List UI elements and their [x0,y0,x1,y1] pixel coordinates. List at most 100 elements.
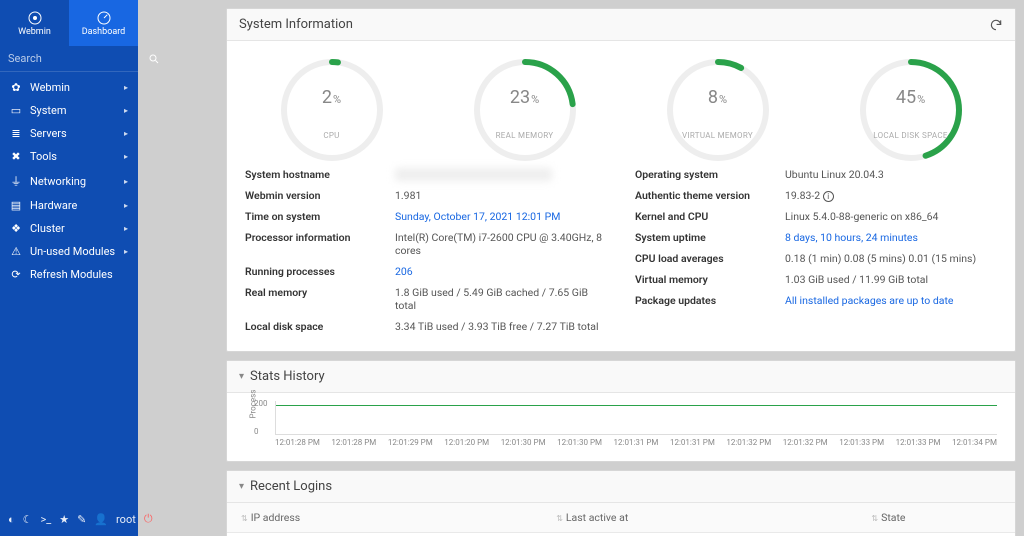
gauge-local-disk-space: 45%LOCAL DISK SPACE [846,55,976,140]
xtick: 12:01:28 PM [275,438,320,447]
sidebar-item-hardware[interactable]: ▤Hardware▸ [0,194,138,217]
info-value: Sunday, October 17, 2021 12:01 PM [395,210,607,223]
edit-icon[interactable]: ✎ [77,513,86,526]
menu-icon: ≣ [10,127,22,140]
sort-icon[interactable]: ⇅ [241,514,248,523]
sidebar-item-label: Refresh Modules [30,268,113,281]
sidebar-item-networking[interactable]: ⏚Networking▸ [0,168,138,194]
xtick: 12:01:31 PM [614,438,659,447]
info-value: Intel(R) Core(TM) i7-2600 CPU @ 3.40GHz,… [395,231,607,257]
ytick-bot: 0 [254,427,259,436]
info-row: Local disk space3.34 TiB used / 3.93 TiB… [245,316,607,337]
info-row: Running processes206 [245,261,607,282]
sort-icon[interactable]: ⇅ [871,514,878,523]
gauge-value: 45% [846,87,976,108]
info-row: System hostnameredacted-hostname.example… [245,164,607,185]
tab-dashboard-label: Dashboard [82,27,126,37]
main-content: System Information 2%CPU23%REAL MEMORY8%… [138,0,1024,536]
menu-icon: ⚠ [10,245,22,258]
chart-xticks: 12:01:28 PM12:01:28 PM12:01:29 PM12:01:2… [275,438,997,447]
star-icon[interactable]: ★ [59,513,69,526]
menu-icon: ✿ [10,81,22,94]
info-row: Real memory1.8 GiB used / 5.49 GiB cache… [245,282,607,316]
chevron-right-icon: ▸ [124,201,128,210]
menu-icon: ✖ [10,150,22,163]
chevron-right-icon: ▸ [124,224,128,233]
info-row: CPU load averages0.18 (1 min) 0.08 (5 mi… [635,248,997,269]
system-info-header: System Information [227,9,1015,41]
search-icon[interactable] [148,53,160,65]
user-label: root [116,513,136,526]
collapse-icon: ▾ [239,371,244,382]
tab-webmin-label: Webmin [18,27,51,37]
info-key: System hostname [245,168,395,181]
info-key: Real memory [245,286,395,312]
info-value: 206 [395,265,607,278]
sidebar-bottom-toolbar: ◐ ☾ >_ ★ ✎ 👤 root ⏻ [0,508,138,530]
sidebar-item-webmin[interactable]: ✿ Webmin ▸ [0,76,138,99]
chevron-right-icon: ▸ [124,177,128,186]
gauge-value: 2% [267,87,397,108]
info-row: Package updatesAll installed packages ar… [635,290,997,311]
sidebar-item-label: Networking [30,175,86,188]
info-row: Processor informationIntel(R) Core(TM) i… [245,227,607,261]
xtick: 12:01:33 PM [839,438,884,447]
gauge-value: 8% [653,87,783,108]
info-row: Authentic theme version19.83-2 i [635,185,997,206]
info-value: Ubuntu Linux 20.04.3 [785,168,997,181]
search-input[interactable] [8,52,148,65]
xtick: 12:01:28 PM [331,438,376,447]
logins-table: ⇅IP address ⇅Last active at ⇅State 10.21… [227,503,1015,536]
table-row: 10.218.1.145 10/17/2021 12:01:33 PM This… [227,533,1015,536]
sidebar-item-un-used-modules[interactable]: ⚠Un-used Modules▸ [0,240,138,263]
info-key: System uptime [635,231,785,244]
menu-icon: ⟳ [10,268,22,281]
sidebar-item-label: Tools [30,150,57,163]
system-info-panel: System Information 2%CPU23%REAL MEMORY8%… [226,8,1016,352]
col-state: ⇅State [857,503,1015,533]
chevron-right-icon: ▸ [124,83,128,92]
webmin-icon [27,10,43,26]
panel-title: Stats History [250,369,325,384]
sidebar-item-system[interactable]: ▭ System ▸ [0,99,138,122]
info-key: Authentic theme version [635,189,785,202]
chevron-right-icon: ▸ [124,106,128,115]
refresh-button[interactable] [989,18,1003,32]
menu-icon: ▭ [10,104,22,117]
info-col-left: System hostnameredacted-hostname.example… [245,164,607,337]
sidebar-item-refresh-modules[interactable]: ⟳ Refresh Modules [0,263,138,286]
user-icon[interactable]: 👤 [94,513,108,526]
info-icon[interactable]: i [823,191,834,202]
tab-dashboard[interactable]: Dashboard [69,0,138,46]
sidebar-item-cluster[interactable]: ❖Cluster▸ [0,217,138,240]
info-col-right: Operating systemUbuntu Linux 20.04.3Auth… [635,164,997,337]
recent-logins-header[interactable]: ▾ Recent Logins [227,471,1015,503]
info-row: Kernel and CPULinux 5.4.0-88-generic on … [635,206,997,227]
stats-history-header[interactable]: ▾ Stats History [227,361,1015,393]
sidebar-nav: ✿Webmin▸▭System▸≣Servers▸✖Tools▸⏚Network… [0,72,138,290]
info-key: Kernel and CPU [635,210,785,223]
info-key: Running processes [245,265,395,278]
info-value: Linux 5.4.0-88-generic on x86_64 [785,210,997,223]
logout-icon[interactable]: ⏻ [144,512,153,526]
sidebar-tabs: Webmin Dashboard [0,0,138,46]
menu-icon: ▤ [10,199,22,212]
moon-icon[interactable]: ☾ [23,513,33,526]
chart-series-line [276,405,997,406]
ytick-top: 200 [254,399,268,408]
col-ip: ⇅IP address [227,503,542,533]
sidebar-item-label: Webmin [30,81,70,94]
sidebar-item-servers[interactable]: ≣Servers▸ [0,122,138,145]
stats-history-panel: ▾ Stats History Process 200 0 12:01:28 P… [226,360,1016,462]
chevron-right-icon: ▸ [124,152,128,161]
terminal-icon[interactable]: >_ [41,513,52,526]
sidebar-item-label: Un-used Modules [30,245,115,258]
info-value: 8 days, 10 hours, 24 minutes [785,231,997,244]
info-row: Time on systemSunday, October 17, 2021 1… [245,206,607,227]
sort-icon[interactable]: ⇅ [556,514,563,523]
night-mode-icon[interactable]: ◐ [8,513,15,526]
tab-webmin[interactable]: Webmin [0,0,69,46]
sidebar-item-label: System [30,104,67,117]
sidebar-item-tools[interactable]: ✖ Tools ▸ [0,145,138,168]
stats-chart: Process 200 0 12:01:28 PM12:01:28 PM12:0… [245,401,997,447]
